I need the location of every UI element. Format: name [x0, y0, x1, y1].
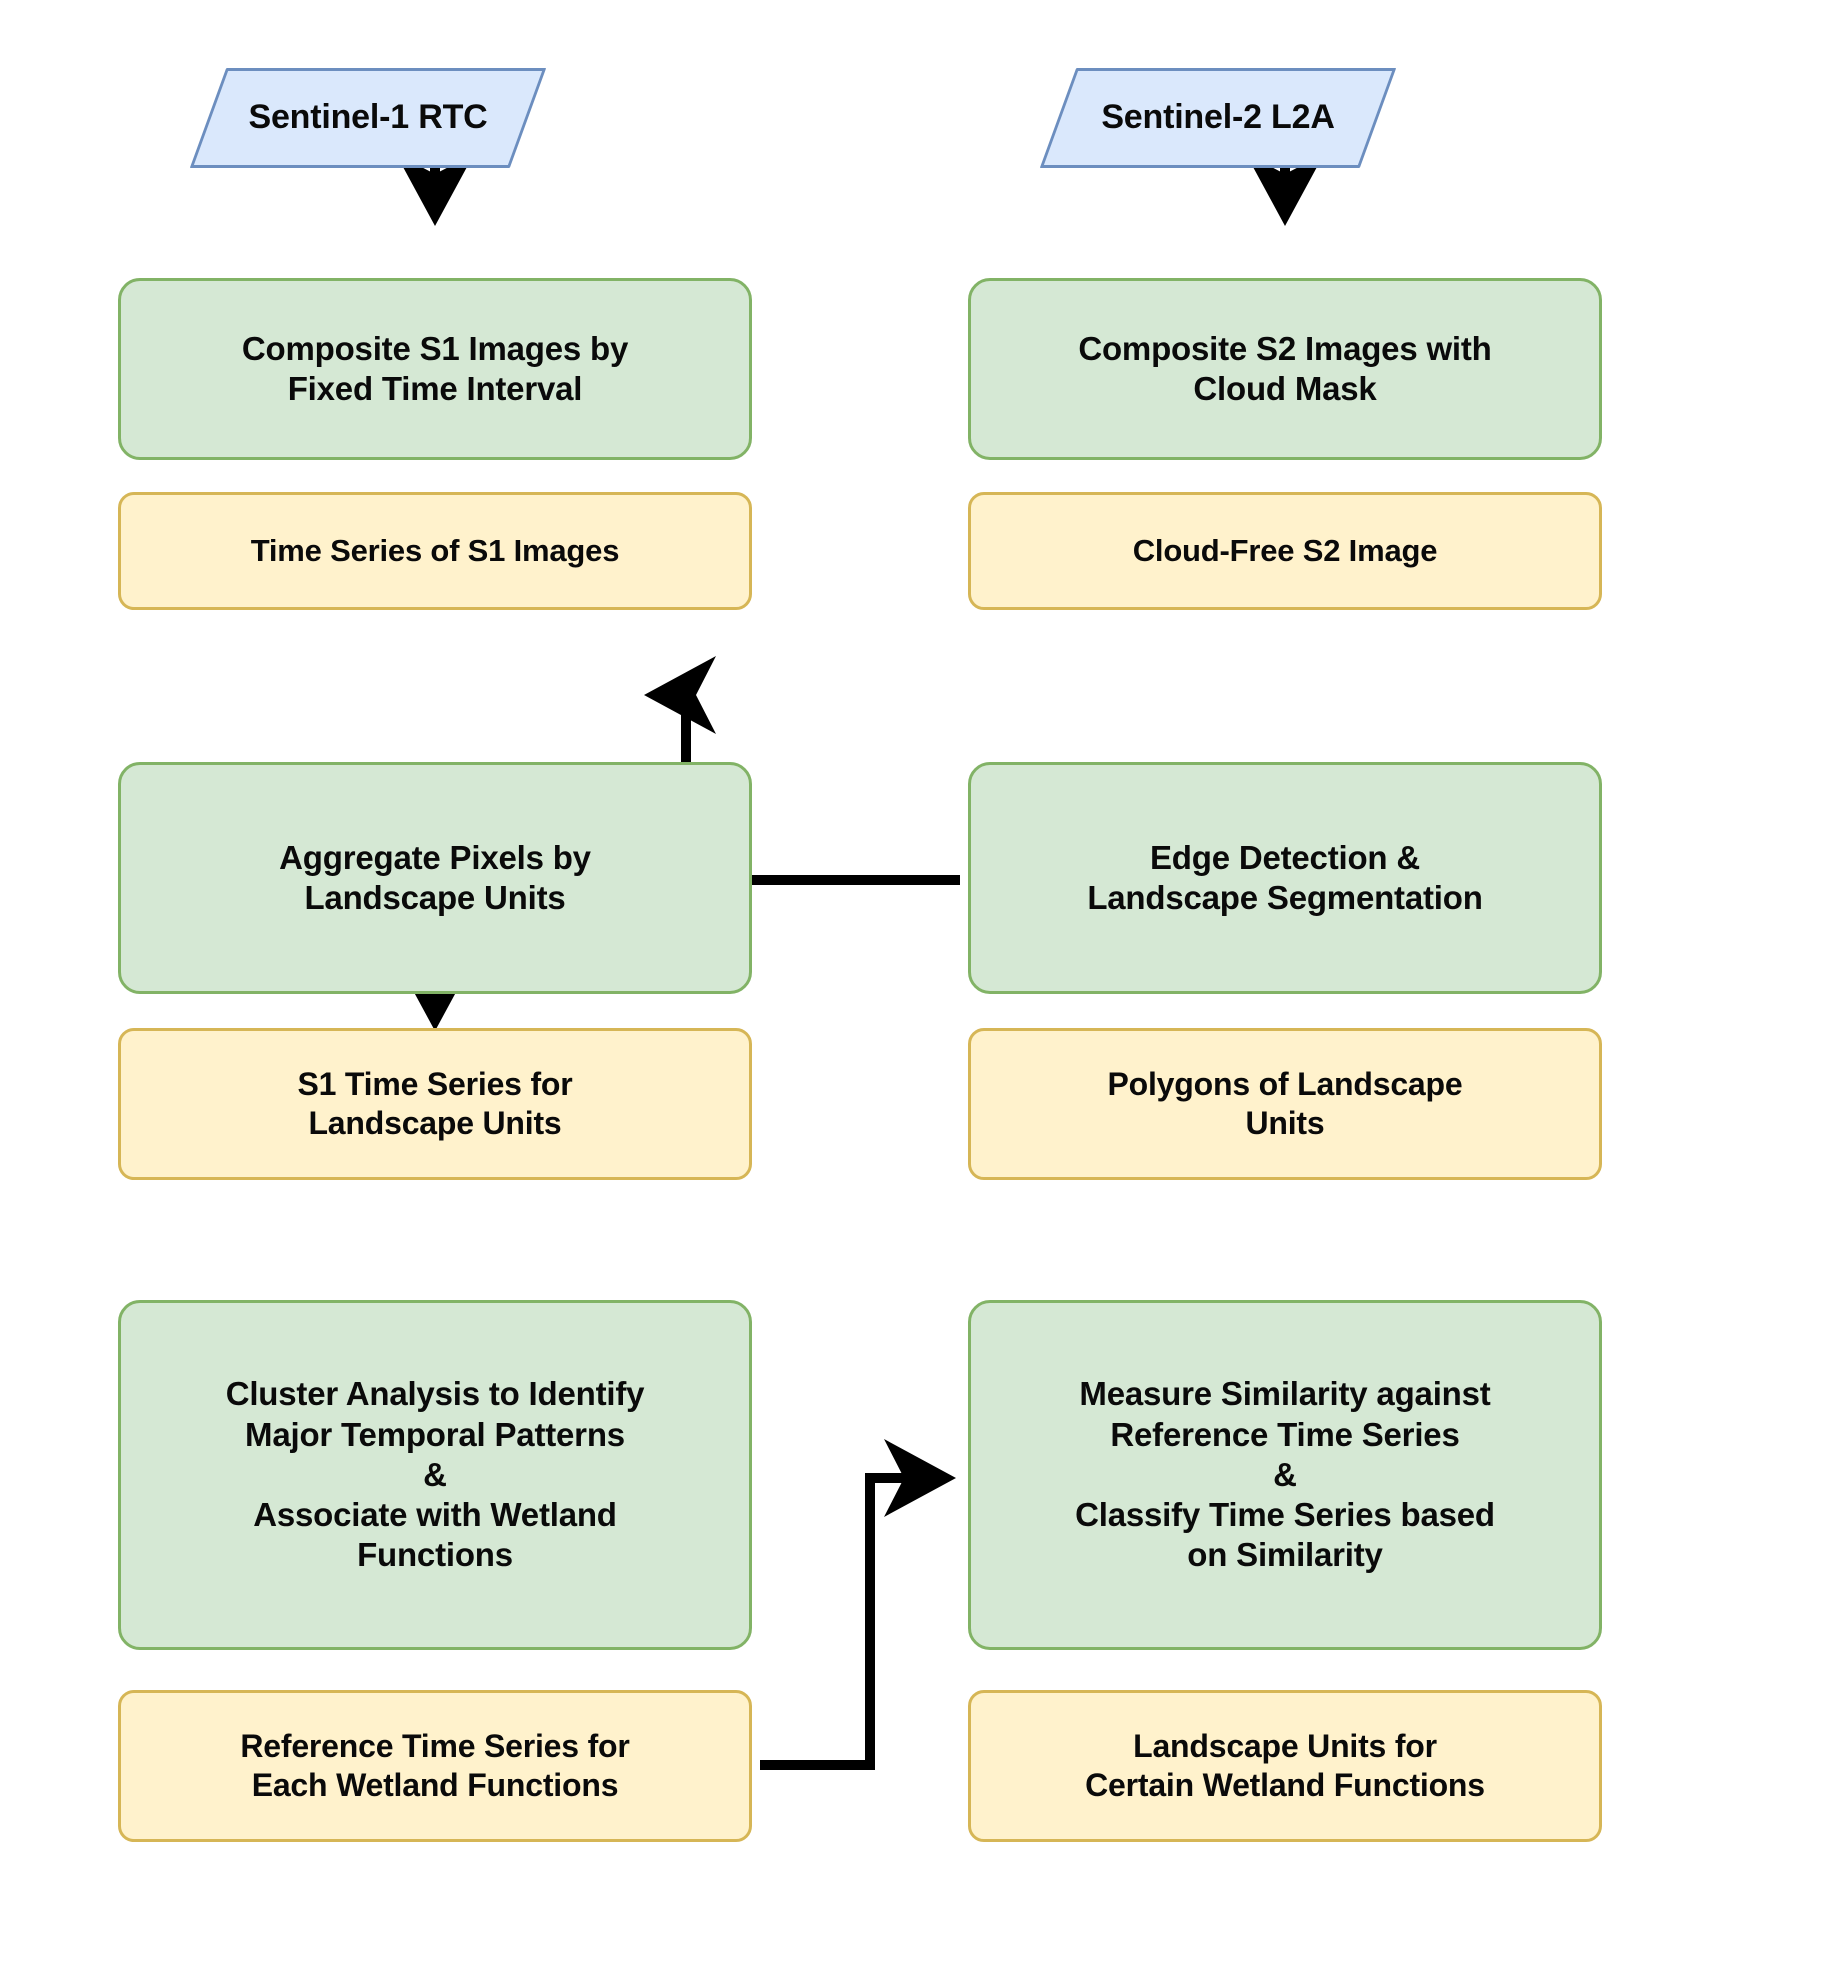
- node-label: S1 Time Series for Landscape Units: [297, 1065, 573, 1141]
- node-composite-s1[interactable]: Composite S1 Images by Fixed Time Interv…: [118, 278, 752, 460]
- node-label: Measure Similarity against Reference Tim…: [1075, 1375, 1495, 1574]
- node-polygons-landscape-units[interactable]: Polygons of Landscape Units: [968, 1028, 1602, 1180]
- node-label: Reference Time Series for Each Wetland F…: [240, 1727, 630, 1803]
- node-sentinel-1-rtc[interactable]: Sentinel-1 RTC: [189, 68, 547, 168]
- node-label: Aggregate Pixels by Landscape Units: [279, 838, 591, 916]
- node-label: Cluster Analysis to Identify Major Tempo…: [225, 1375, 645, 1574]
- node-measure-similarity[interactable]: Measure Similarity against Reference Tim…: [968, 1300, 1602, 1650]
- node-cluster-analysis[interactable]: Cluster Analysis to Identify Major Tempo…: [118, 1300, 752, 1650]
- node-composite-s2[interactable]: Composite S2 Images with Cloud Mask: [968, 278, 1602, 460]
- node-label: Composite S2 Images with Cloud Mask: [1078, 329, 1492, 407]
- node-landscape-units-certain-functions[interactable]: Landscape Units for Certain Wetland Func…: [968, 1690, 1602, 1842]
- node-s1-time-series-units[interactable]: S1 Time Series for Landscape Units: [118, 1028, 752, 1180]
- flowchart-canvas: Sentinel-1 RTC Composite S1 Images by Fi…: [0, 0, 1844, 1980]
- node-label: Landscape Units for Certain Wetland Func…: [1085, 1727, 1485, 1803]
- node-reference-time-series[interactable]: Reference Time Series for Each Wetland F…: [118, 1690, 752, 1842]
- node-label: Polygons of Landscape Units: [1107, 1065, 1463, 1141]
- node-label: Sentinel-2 L2A: [1101, 98, 1335, 137]
- node-cloud-free-s2-image[interactable]: Cloud-Free S2 Image: [968, 492, 1602, 610]
- node-edge-detection-segmentation[interactable]: Edge Detection & Landscape Segmentation: [968, 762, 1602, 994]
- node-sentinel-2-l2a[interactable]: Sentinel-2 L2A: [1039, 68, 1397, 168]
- node-label: Edge Detection & Landscape Segmentation: [1087, 838, 1483, 916]
- node-time-series-s1-images[interactable]: Time Series of S1 Images: [118, 492, 752, 610]
- node-label: Time Series of S1 Images: [250, 533, 620, 569]
- node-label: Cloud-Free S2 Image: [1132, 533, 1438, 569]
- node-aggregate-pixels[interactable]: Aggregate Pixels by Landscape Units: [118, 762, 752, 994]
- edge-reference-to-measure: [760, 1439, 957, 1770]
- node-label: Sentinel-1 RTC: [248, 98, 488, 137]
- node-label: Composite S1 Images by Fixed Time Interv…: [241, 329, 629, 407]
